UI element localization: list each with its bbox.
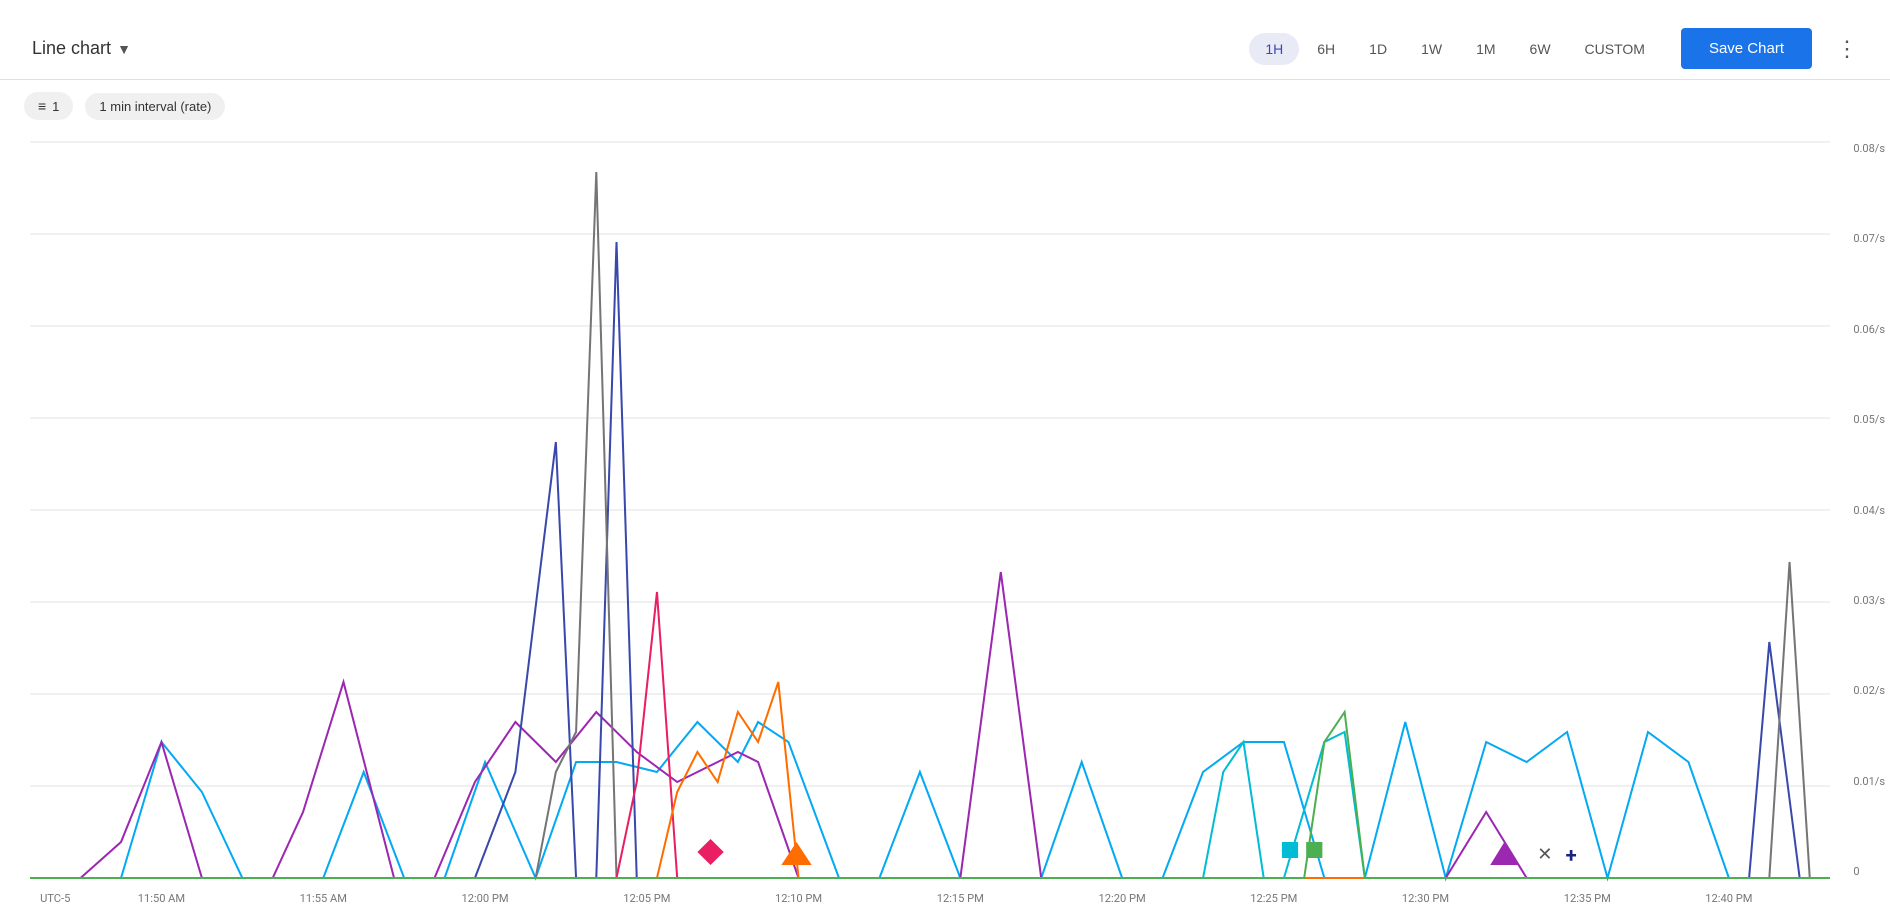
y-label-1: 0.07/s	[1853, 232, 1885, 245]
y-label-7: 0.01/s	[1853, 775, 1885, 788]
y-label-2: 0.06/s	[1853, 323, 1885, 336]
x-label-1210: 12:10 PM	[775, 892, 822, 905]
line-gray	[30, 172, 1830, 878]
x-label-1155: 11:55 AM	[300, 892, 347, 905]
filter-chip[interactable]: ≡ 1	[24, 92, 73, 120]
y-label-4: 0.04/s	[1853, 504, 1885, 517]
line-dark-blue	[30, 242, 1830, 878]
chart-type-label: Line chart	[32, 38, 111, 59]
y-axis-labels: 0.08/s 0.07/s 0.06/s 0.05/s 0.04/s 0.03/…	[1853, 142, 1885, 878]
interval-chip[interactable]: 1 min interval (rate)	[85, 93, 225, 120]
marker-triangle-purple	[1490, 842, 1518, 865]
line-pink	[30, 592, 1830, 878]
x-label-1240: 12:40 PM	[1705, 892, 1752, 905]
line-light-blue	[30, 722, 1830, 878]
y-label-3: 0.05/s	[1853, 413, 1885, 426]
x-label-1200: 12:00 PM	[461, 892, 508, 905]
marker-x-gray: ✕	[1537, 844, 1552, 865]
filter-count: 1	[52, 99, 59, 114]
chevron-down-icon: ▼	[117, 41, 131, 57]
y-label-0: 0.08/s	[1853, 142, 1885, 155]
x-label-utc: UTC-5	[40, 892, 70, 905]
time-range-1d[interactable]: 1D	[1353, 33, 1403, 65]
controls-row: ≡ 1 1 min interval (rate)	[0, 80, 1890, 132]
marker-diamond-pink	[697, 839, 723, 865]
line-orange	[30, 682, 1830, 878]
x-label-1150: 11:50 AM	[138, 892, 185, 905]
y-label-6: 0.02/s	[1853, 684, 1885, 697]
x-label-1205: 12:05 PM	[623, 892, 670, 905]
marker-triangle-orange	[781, 842, 811, 865]
y-label-8: 0	[1853, 865, 1885, 878]
x-label-1220: 12:20 PM	[1099, 892, 1146, 905]
time-range-custom[interactable]: CUSTOM	[1569, 33, 1661, 65]
marker-plus-blue: +	[1566, 843, 1577, 867]
line-teal	[30, 732, 1830, 878]
x-label-1235: 12:35 PM	[1564, 892, 1611, 905]
more-options-button[interactable]: ⋮	[1828, 32, 1866, 66]
time-range-1h[interactable]: 1H	[1249, 33, 1299, 65]
grid-lines	[30, 142, 1830, 878]
x-label-1215: 12:15 PM	[937, 892, 984, 905]
filter-icon: ≡	[38, 98, 46, 114]
save-chart-button[interactable]: Save Chart	[1681, 28, 1812, 69]
time-range-6w[interactable]: 6W	[1514, 33, 1567, 65]
header: Line chart ▼ 1H 6H 1D 1W 1M 6W CUSTOM Sa…	[0, 0, 1890, 80]
x-label-1230: 12:30 PM	[1402, 892, 1449, 905]
time-range-6h[interactable]: 6H	[1301, 33, 1351, 65]
y-label-5: 0.03/s	[1853, 594, 1885, 607]
x-label-1225: 12:25 PM	[1250, 892, 1297, 905]
line-purple	[30, 572, 1830, 878]
time-range-group: 1H 6H 1D 1W 1M 6W CUSTOM	[1249, 33, 1661, 65]
marker-square-teal	[1282, 842, 1298, 858]
time-range-1w[interactable]: 1W	[1405, 33, 1458, 65]
marker-square-green	[1306, 842, 1322, 858]
chart-container: 0.08/s 0.07/s 0.06/s 0.05/s 0.04/s 0.03/…	[0, 132, 1890, 918]
chart-type-button[interactable]: Line chart ▼	[24, 34, 139, 63]
chart-svg: ✕ + UTC-5 11:50 AM 11:55 AM 12:00 PM 12:…	[30, 142, 1830, 878]
chart-area: 0.08/s 0.07/s 0.06/s 0.05/s 0.04/s 0.03/…	[30, 142, 1830, 878]
time-range-1m[interactable]: 1M	[1460, 33, 1511, 65]
